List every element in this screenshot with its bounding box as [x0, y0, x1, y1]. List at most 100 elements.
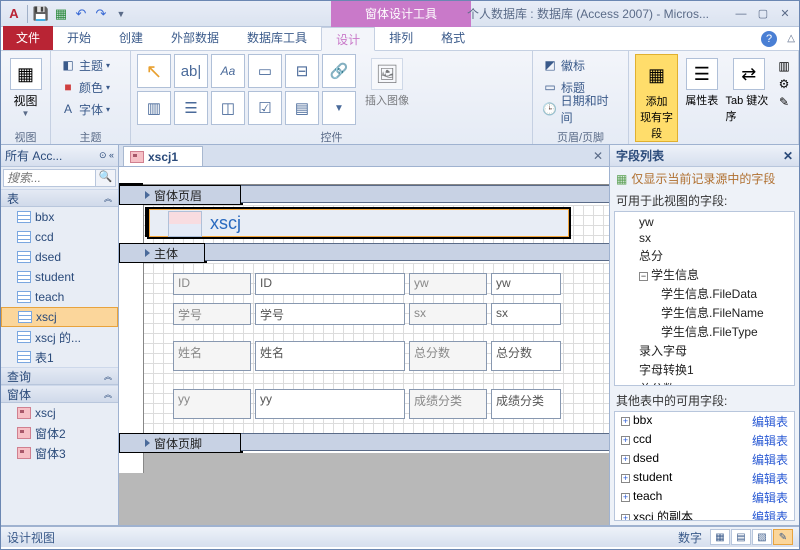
view-form-icon[interactable]: ▦ [710, 529, 730, 545]
textbox-sx[interactable]: sx [491, 303, 561, 325]
form-logo-icon[interactable] [168, 211, 202, 237]
save-icon[interactable]: 💾 [32, 5, 50, 23]
label-control-icon[interactable]: Aa [211, 54, 245, 88]
label-yy[interactable]: yy [173, 389, 251, 419]
search-input[interactable] [3, 169, 96, 187]
tab-format[interactable]: 格式 [427, 26, 479, 50]
hyperlink-control-icon[interactable]: 🔗 [322, 54, 356, 88]
checkbox-control-icon[interactable]: ☑ [248, 91, 282, 125]
field-录入字母[interactable]: 录入字母 [617, 341, 792, 360]
textbox-id[interactable]: ID [255, 273, 405, 295]
label-chengjifenlei[interactable]: 成绩分类 [409, 389, 487, 419]
other-table-ccd[interactable]: +ccd编辑表 [615, 431, 794, 450]
label-yw[interactable]: yw [409, 273, 487, 295]
listbox-control-icon[interactable]: ☰ [174, 91, 208, 125]
edit-table-link[interactable]: 编辑表 [752, 508, 788, 521]
field-总分数[interactable]: 总分数 [617, 379, 792, 386]
edit-table-link[interactable]: 编辑表 [752, 470, 788, 487]
label-sx[interactable]: sx [409, 303, 487, 325]
view-datasheet-icon[interactable]: ▤ [731, 529, 751, 545]
other-tables-list[interactable]: +bbx编辑表+ccd编辑表+dsed编辑表+student编辑表+teach编… [614, 411, 795, 521]
doc-tab-xscj1[interactable]: xscj1 [123, 146, 203, 166]
textbox-yy[interactable]: yy [255, 389, 405, 419]
field-sx[interactable]: sx [617, 230, 792, 246]
textbox-zongfenshu[interactable]: 总分数 [491, 341, 561, 371]
restore-button[interactable]: ▢ [753, 6, 773, 22]
tab-external-data[interactable]: 外部数据 [157, 26, 233, 50]
nav-table-bbx[interactable]: bbx [1, 207, 118, 227]
close-button[interactable]: ✕ [775, 6, 795, 22]
undo-icon[interactable]: ↶ [72, 5, 90, 23]
textbox-yw[interactable]: yw [491, 273, 561, 295]
view-design-icon[interactable]: ✎ [773, 529, 793, 545]
section-form-footer[interactable]: 窗体页脚 [119, 433, 241, 453]
chart-control-icon[interactable]: ◫ [211, 91, 245, 125]
form-title-text[interactable]: xscj [210, 210, 568, 236]
redo-icon[interactable]: ↷ [92, 5, 110, 23]
field-tree[interactable]: ywsx总分−学生信息学生信息.FileData学生信息.FileName学生信… [614, 211, 795, 386]
excel-icon[interactable]: ▦ [52, 5, 70, 23]
textbox-xuehao[interactable]: 学号 [255, 303, 405, 325]
nav-section-tables[interactable]: 表︽ [1, 189, 118, 207]
other-table-teach[interactable]: +teach编辑表 [615, 488, 794, 507]
nav-section-forms[interactable]: 窗体︽ [1, 385, 118, 403]
textbox-control-icon[interactable]: ab| [174, 54, 208, 88]
field-yw[interactable]: yw [617, 214, 792, 230]
tab-design[interactable]: 设计 [321, 27, 375, 51]
subform-icon[interactable]: ▥ [776, 58, 792, 74]
label-id[interactable]: ID [173, 273, 251, 295]
tab-control-icon[interactable]: ⊟ [285, 54, 319, 88]
label-zongfenshu[interactable]: 总分数 [409, 341, 487, 371]
field-list-close-icon[interactable]: ✕ [783, 149, 793, 163]
nav-dropdown-icon[interactable]: ⊙ « [99, 150, 114, 161]
view-layout-icon[interactable]: ▧ [752, 529, 772, 545]
textbox-chengjifenlei[interactable]: 成绩分类 [491, 389, 561, 419]
nav-section-queries[interactable]: 查询︽ [1, 367, 118, 385]
code-icon[interactable]: ⚙ [776, 76, 792, 92]
other-table-dsed[interactable]: +dsed编辑表 [615, 450, 794, 469]
nav-table-xscj 的...[interactable]: xscj 的... [1, 327, 118, 347]
design-canvas[interactable]: 窗体页眉 xscj 主体 ID ID yw yw [119, 167, 609, 525]
other-table-xsci 的副本[interactable]: +xsci 的副本编辑表 [615, 507, 794, 521]
nav-form-窗体3[interactable]: 窗体3 [1, 443, 118, 463]
form-title-control[interactable]: xscj [149, 209, 569, 237]
tab-order-button[interactable]: ⇄ Tab 键次序 [726, 54, 773, 124]
qat-dropdown-icon[interactable]: ▼ [112, 5, 130, 23]
nav-table-dsed[interactable]: dsed [1, 247, 118, 267]
image-control-icon[interactable]: ▤ [285, 91, 319, 125]
search-icon[interactable]: 🔍 [96, 169, 116, 187]
collapse-ribbon-icon[interactable]: △ [787, 33, 795, 44]
datetime-button[interactable]: 🕒日期和时间 [539, 98, 622, 120]
gallery-more-icon[interactable]: ▼ [322, 91, 356, 125]
nav-table-teach[interactable]: teach [1, 287, 118, 307]
tab-home[interactable]: 开始 [53, 26, 105, 50]
field-总分[interactable]: 总分 [617, 246, 792, 265]
field-学生信息.FileName[interactable]: 学生信息.FileName [617, 303, 792, 322]
property-sheet-button[interactable]: ☰ 属性表 [682, 54, 721, 108]
detail-body[interactable]: ID ID yw yw 学号 学号 sx sx 姓名 姓名 总分数 [119, 263, 609, 433]
add-existing-field-button[interactable]: ▦ 添加 现有字段 [635, 54, 678, 142]
logo-button[interactable]: ◩徽标 [539, 54, 588, 76]
minimize-button[interactable]: — [731, 6, 751, 22]
other-table-student[interactable]: +student编辑表 [615, 469, 794, 488]
combobox-control-icon[interactable]: ▥ [137, 91, 171, 125]
field-字母转换1[interactable]: 字母转换1 [617, 360, 792, 379]
fonts-button[interactable]: A字体 ▾ [57, 98, 113, 120]
select-control-icon[interactable]: ↖ [137, 54, 171, 88]
edit-table-link[interactable]: 编辑表 [752, 451, 788, 468]
field-学生信息.FileType[interactable]: 学生信息.FileType [617, 322, 792, 341]
nav-form-xscj[interactable]: xscj [1, 403, 118, 423]
form-header-body[interactable]: xscj [119, 205, 609, 243]
nav-table-xscj[interactable]: xscj [1, 307, 118, 327]
insert-image-button[interactable]: 🖼 插入图像 [360, 54, 414, 108]
show-current-source-link[interactable]: ▦ 仅显示当前记录源中的字段 [610, 167, 799, 190]
view-button[interactable]: ▦ 视图 ▼ [7, 54, 44, 118]
access-app-icon[interactable]: A [5, 5, 23, 23]
tab-file[interactable]: 文件 [3, 26, 53, 50]
section-detail[interactable]: 主体 [119, 243, 205, 263]
nav-form-窗体2[interactable]: 窗体2 [1, 423, 118, 443]
other-table-bbx[interactable]: +bbx编辑表 [615, 412, 794, 431]
field-学生信息.FileData[interactable]: 学生信息.FileData [617, 284, 792, 303]
tab-create[interactable]: 创建 [105, 26, 157, 50]
section-form-header[interactable]: 窗体页眉 [119, 185, 241, 205]
